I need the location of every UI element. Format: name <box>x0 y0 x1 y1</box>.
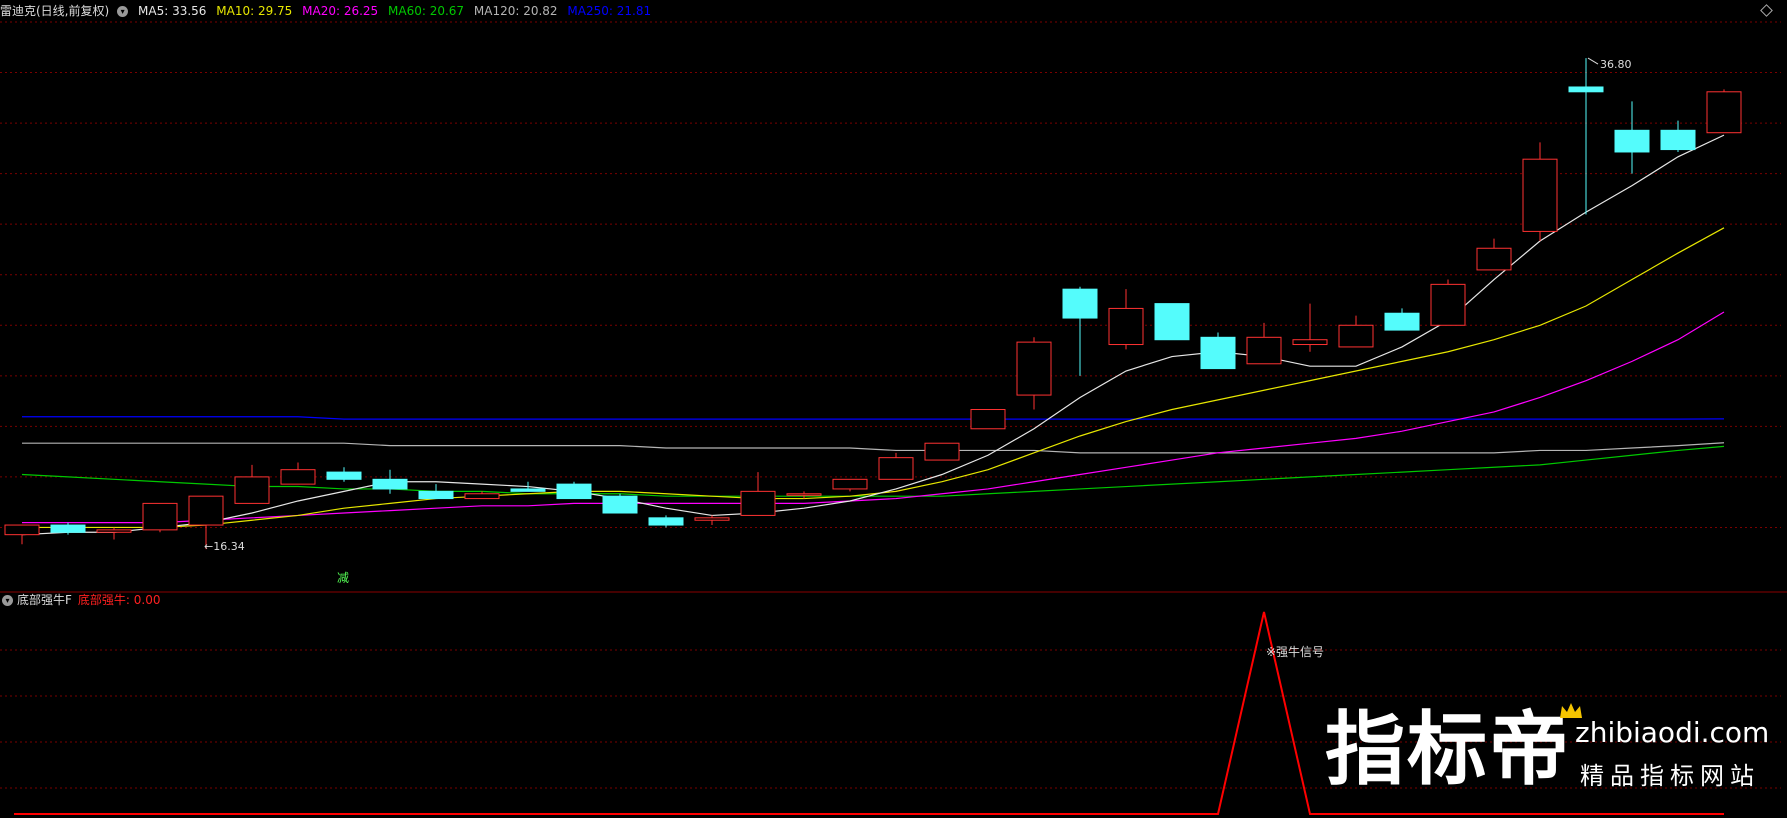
candle-body <box>1154 303 1190 341</box>
candle-body <box>786 493 822 496</box>
high-marker <box>1587 57 1599 65</box>
indicator-header: ▾ 底部强牛F 底部强牛: 0.00 <box>0 592 160 608</box>
candle-body <box>1108 307 1144 346</box>
candle-body <box>1016 341 1052 396</box>
candle[interactable] <box>1016 337 1052 410</box>
candle-body <box>1568 86 1604 93</box>
candle-body <box>924 442 960 461</box>
main-chart[interactable]: 36.80 ←16.34 减 ※强牛信号 <box>0 0 1787 818</box>
ma10-label: MA10: 29.75 <box>216 4 293 18</box>
candle-body <box>4 524 40 536</box>
candle[interactable] <box>556 481 592 500</box>
candle[interactable] <box>326 467 362 482</box>
candle[interactable] <box>1338 315 1374 348</box>
candle-body <box>1706 91 1742 134</box>
candle-body <box>1338 324 1374 348</box>
candle[interactable] <box>602 493 638 514</box>
candle[interactable] <box>1660 120 1696 152</box>
candle[interactable] <box>878 452 914 480</box>
candle-body <box>556 483 592 500</box>
candle[interactable] <box>1292 303 1328 352</box>
ma120-label: MA120: 20.82 <box>473 4 558 18</box>
candle-body <box>1522 158 1558 232</box>
candle-body <box>1292 339 1328 346</box>
candle[interactable] <box>1568 58 1604 215</box>
candle-body <box>1384 312 1420 331</box>
candle-body <box>740 490 776 516</box>
ma60-line <box>21 445 1725 497</box>
ma5-line <box>21 134 1725 536</box>
candle-body <box>694 517 730 521</box>
candle-body <box>1246 336 1282 365</box>
ma10-line <box>22 227 1725 529</box>
stock-title: 雷迪克(日线,前复权) <box>0 4 110 18</box>
candle-body <box>1200 336 1236 370</box>
watermark: 指标帝 zhibiaodi.com 精品指标网站 <box>1325 700 1785 800</box>
candle-body <box>648 517 684 526</box>
candle-body <box>142 502 178 531</box>
candle[interactable] <box>1108 289 1144 350</box>
signal-label: ※强牛信号 <box>1266 644 1324 659</box>
candle[interactable] <box>1430 279 1466 326</box>
candle-body <box>1476 247 1512 271</box>
candle[interactable] <box>648 515 684 528</box>
candle-body <box>326 471 362 480</box>
candle-body <box>602 495 638 514</box>
candle[interactable] <box>510 481 546 492</box>
main-chart-header: 雷迪克(日线,前复权) ▾ MA5: 33.56 MA10: 29.75 MA20… <box>0 2 657 20</box>
settings-icon[interactable]: ▾ <box>117 6 129 17</box>
candle[interactable] <box>1384 308 1420 331</box>
candle-body <box>280 469 316 485</box>
candle[interactable] <box>1200 332 1236 370</box>
candle-body <box>464 493 500 500</box>
candle[interactable] <box>418 484 454 500</box>
candle-body <box>1062 288 1098 319</box>
candle-body <box>970 409 1006 430</box>
watermark-tagline: 精品指标网站 <box>1580 762 1760 790</box>
watermark-url: zhibiaodi.com <box>1575 716 1770 749</box>
ma250-label: MA250: 21.81 <box>567 4 652 18</box>
candle-body <box>510 488 546 492</box>
indicator-name: 底部强牛F <box>17 593 72 607</box>
candle[interactable] <box>1614 101 1650 174</box>
reduce-marker: 减 <box>337 571 349 585</box>
candle[interactable] <box>1522 142 1558 242</box>
candle[interactable] <box>234 464 270 504</box>
ma60-label: MA60: 20.67 <box>388 4 465 18</box>
candle-body <box>372 478 408 490</box>
ma120-line <box>22 442 1725 454</box>
candle[interactable] <box>280 462 316 485</box>
candle[interactable] <box>1476 238 1512 271</box>
candle-body <box>1660 129 1696 151</box>
indicator-value: 底部强牛: 0.00 <box>77 593 161 607</box>
candle[interactable] <box>4 524 40 545</box>
candle[interactable] <box>832 478 868 492</box>
candle-body <box>832 478 868 490</box>
candle-body <box>1614 129 1650 153</box>
ma20-label: MA20: 26.25 <box>302 4 379 18</box>
candle-body <box>234 476 270 504</box>
high-price-label: 36.80 <box>1600 58 1632 71</box>
candle-body <box>878 457 914 480</box>
candle-body <box>50 524 86 533</box>
candle-body <box>188 495 224 526</box>
candle-body <box>96 529 132 533</box>
candle[interactable] <box>142 502 178 533</box>
ma5-label: MA5: 33.56 <box>138 4 207 18</box>
collapse-icon[interactable]: ▾ <box>2 595 13 606</box>
candle[interactable] <box>1154 303 1190 341</box>
candle-body <box>1430 283 1466 326</box>
candle[interactable] <box>1246 322 1282 365</box>
ma20-line <box>22 311 1725 524</box>
candle[interactable] <box>96 527 132 540</box>
candle-body <box>418 490 454 500</box>
candle[interactable] <box>740 472 776 516</box>
candle[interactable] <box>694 515 730 526</box>
candle[interactable] <box>924 442 960 461</box>
candle[interactable] <box>1706 89 1742 134</box>
watermark-brand: 指标帝 <box>1325 703 1571 796</box>
low-price-label: ←16.34 <box>204 540 245 553</box>
candle[interactable] <box>1062 286 1098 376</box>
candle[interactable] <box>970 409 1006 430</box>
